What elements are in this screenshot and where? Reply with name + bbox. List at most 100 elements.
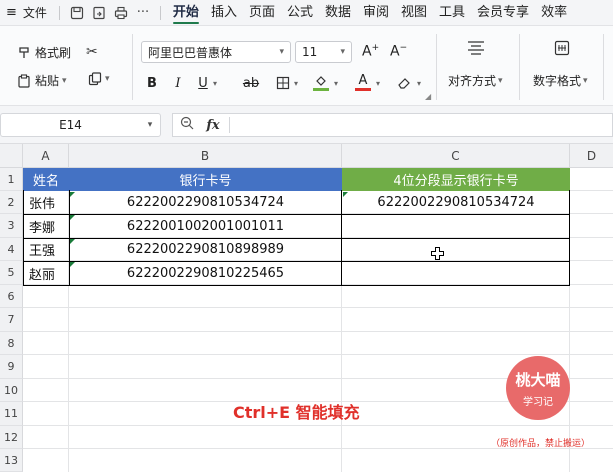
strikethrough-button[interactable]: ab [240, 73, 262, 93]
font-dialog-launcher-icon[interactable]: ◢ [425, 92, 431, 101]
brand-logo: 桃大喵 学习记 [506, 356, 570, 420]
row-header[interactable]: 6 [0, 285, 23, 308]
cell-b3[interactable]: 6222001002001001011 [69, 214, 342, 238]
save-icon[interactable] [66, 0, 88, 26]
cell-b2[interactable]: 6222002290810534724 [69, 191, 342, 214]
italic-button[interactable]: I [167, 73, 189, 93]
copyright-notice: （原创作品，禁止搬运） [491, 439, 591, 449]
row-header[interactable]: 13 [0, 449, 23, 472]
font-family-select[interactable]: 阿里巴巴普惠体 ▾ [141, 41, 291, 63]
row-header[interactable]: 3 [0, 214, 23, 238]
file-menu[interactable]: ≡ 文件 [0, 0, 53, 26]
font-color-button[interactable]: A [352, 73, 374, 93]
gridline [23, 425, 613, 426]
chevron-down-icon[interactable]: ▾ [331, 73, 341, 93]
cell-a4[interactable]: 王强 [23, 238, 69, 261]
format-painter-label: 格式刷 [35, 46, 72, 60]
chevron-down-icon: ▾ [279, 47, 284, 57]
row-header[interactable]: 7 [0, 308, 23, 332]
font-size-value: 11 [302, 45, 318, 59]
tab-efficiency[interactable]: 效率 [535, 0, 573, 26]
tab-home[interactable]: 开始 [167, 0, 205, 26]
copy-icon [88, 72, 102, 86]
chevron-down-icon: ▾ [105, 74, 110, 84]
tab-page[interactable]: 页面 [243, 0, 281, 26]
underline-icon: U [198, 75, 208, 91]
zoom-icon[interactable] [173, 116, 201, 134]
cell-c2[interactable]: 6222002290810534724 [342, 191, 570, 214]
function-icon[interactable]: fx [201, 118, 225, 133]
borders-icon [276, 76, 290, 90]
cell-b5[interactable]: 6222002290810225465 [69, 261, 342, 285]
row-header[interactable]: 4 [0, 238, 23, 261]
brush-icon [17, 46, 31, 60]
chevron-down-icon[interactable]: ▾ [291, 73, 301, 93]
cut-button[interactable]: ✂ [86, 44, 98, 60]
tab-insert[interactable]: 插入 [205, 0, 243, 26]
tab-view[interactable]: 视图 [395, 0, 433, 26]
clear-format-button[interactable] [393, 73, 415, 93]
tab-review[interactable]: 审阅 [357, 0, 395, 26]
copy-button[interactable]: ▾ [88, 72, 110, 86]
row-header[interactable]: 1 [0, 168, 23, 191]
cell-a1[interactable]: 姓名 [23, 168, 69, 191]
paste-button[interactable]: 粘贴 ▾ [17, 72, 67, 89]
chevron-down-icon: ▾ [62, 75, 67, 86]
more-icon[interactable]: ··· [132, 0, 154, 26]
chevron-down-icon[interactable]: ▾ [414, 73, 424, 93]
column-header-b[interactable]: B [69, 144, 342, 168]
cell-reference: E14 [59, 118, 82, 132]
column-header-c[interactable]: C [342, 144, 570, 168]
chevron-down-icon[interactable]: ▾ [373, 73, 383, 93]
fill-color-button[interactable] [310, 73, 332, 93]
cell-a5[interactable]: 赵丽 [23, 261, 69, 285]
row-header[interactable]: 5 [0, 261, 23, 285]
tab-data[interactable]: 数据 [319, 0, 357, 26]
menu-divider [159, 5, 161, 20]
cell-c1[interactable]: 4位分段显示银行卡号 [342, 168, 570, 191]
name-box[interactable]: E14 ▾ [0, 113, 161, 137]
alignment-button[interactable]: 对齐方式 ▾ [448, 72, 503, 89]
row-header[interactable]: 9 [0, 355, 23, 379]
number-format-icon [554, 40, 570, 56]
decrease-font-icon: A− [390, 43, 408, 60]
ribbon-divider [519, 34, 520, 100]
cell-a2[interactable]: 张伟 [23, 191, 69, 214]
menu-divider [58, 5, 60, 20]
formula-input-area[interactable]: fx [172, 113, 613, 137]
row-header[interactable]: 12 [0, 426, 23, 449]
cell-c4[interactable] [342, 238, 570, 261]
export-icon[interactable] [88, 0, 110, 26]
row-header[interactable]: 8 [0, 332, 23, 355]
paste-label: 粘贴 [35, 74, 60, 88]
select-all-corner[interactable] [0, 144, 23, 168]
tab-formulas[interactable]: 公式 [281, 0, 319, 26]
column-header-a[interactable]: A [23, 144, 69, 168]
font-color-icon: A [358, 73, 368, 88]
ribbon-divider [436, 34, 437, 100]
logo-title: 桃大喵 [515, 370, 561, 389]
menu-bar: ≡ 文件 ··· 开始 插入 页面 公式 数据 审阅 视图 工具 会员专享 效率 [0, 0, 613, 26]
text-number-marker-icon [70, 215, 75, 220]
cell-b1[interactable]: 银行卡号 [69, 168, 342, 191]
format-painter-button[interactable]: 格式刷 [17, 44, 71, 61]
cell-c3[interactable] [342, 214, 570, 238]
tab-member[interactable]: 会员专享 [471, 0, 535, 26]
decrease-font-button[interactable]: A− [390, 43, 407, 60]
chevron-down-icon[interactable]: ▾ [210, 73, 220, 93]
row-header[interactable]: 2 [0, 191, 23, 214]
print-icon[interactable] [110, 0, 132, 26]
bold-button[interactable]: B [141, 73, 163, 93]
row-header[interactable]: 11 [0, 402, 23, 426]
row-header[interactable]: 10 [0, 379, 23, 402]
increase-font-button[interactable]: A+ [362, 43, 379, 60]
tab-tools[interactable]: 工具 [433, 0, 471, 26]
cell-a3[interactable]: 李娜 [23, 214, 69, 238]
font-size-select[interactable]: 11 ▾ [295, 41, 352, 63]
number-format-button[interactable]: 数字格式 ▾ [533, 72, 588, 89]
column-header-d[interactable]: D [570, 144, 613, 168]
tutorial-caption: Ctrl+E 智能填充 [233, 403, 360, 422]
alignment-label: 对齐方式 [448, 74, 497, 88]
cell-c5[interactable] [342, 261, 570, 285]
cell-b4[interactable]: 6222002290810898989 [69, 238, 342, 261]
